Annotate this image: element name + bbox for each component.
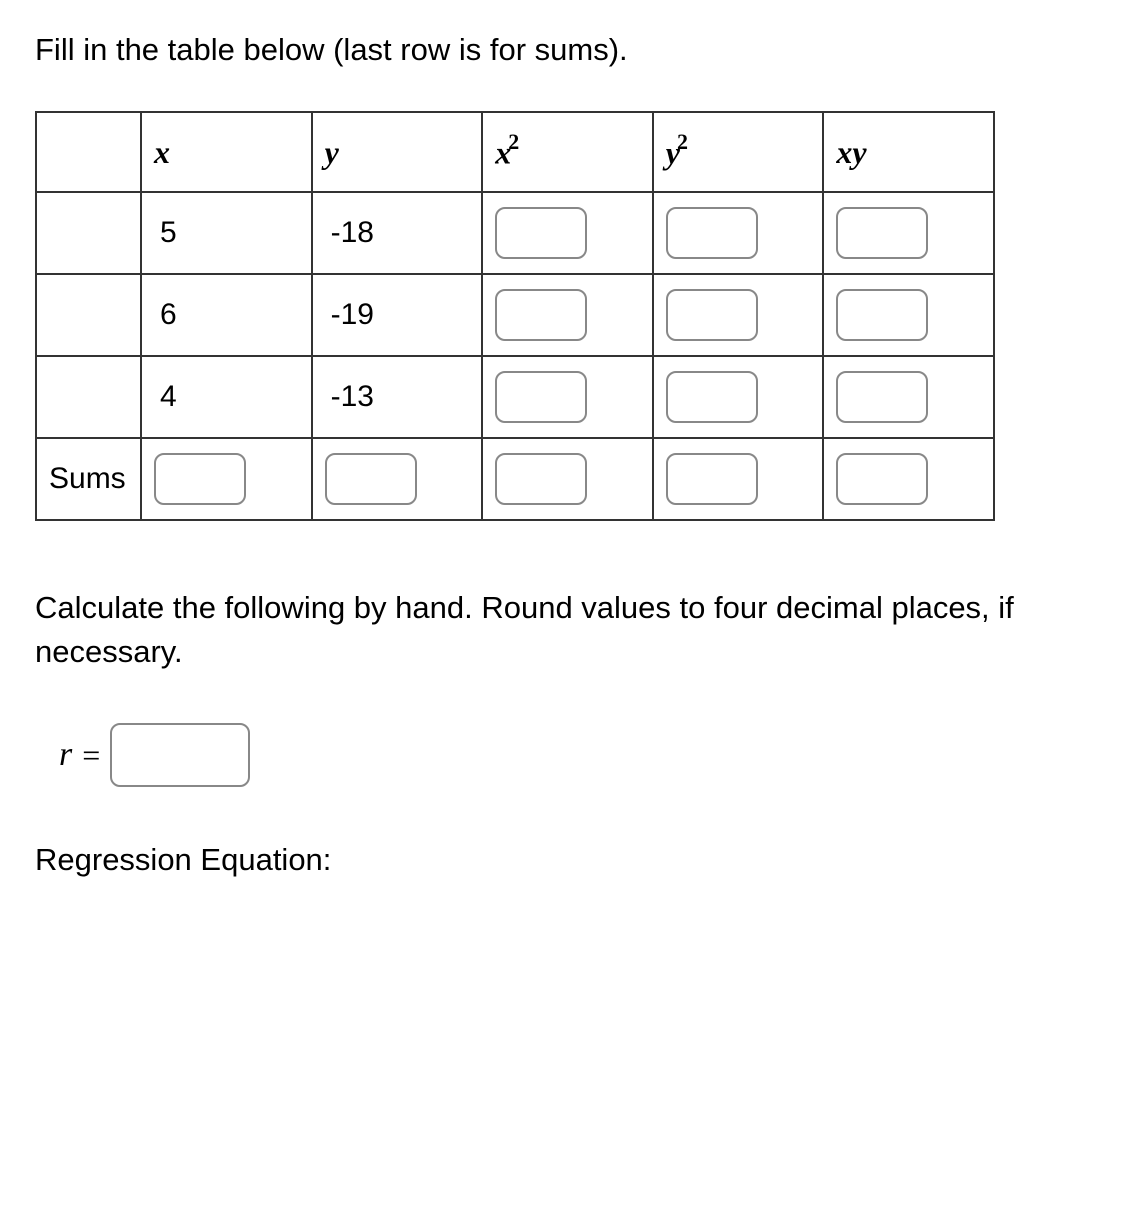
row3-y2-input[interactable] bbox=[666, 371, 758, 423]
sums-y-input[interactable] bbox=[325, 453, 417, 505]
header-x: x bbox=[141, 112, 312, 192]
table-row: 5 -18 bbox=[36, 192, 994, 274]
header-y: y bbox=[312, 112, 483, 192]
row1-xy-input[interactable] bbox=[836, 207, 928, 259]
table-row: 6 -19 bbox=[36, 274, 994, 356]
sums-y2 bbox=[653, 438, 824, 520]
sums-x2-input[interactable] bbox=[495, 453, 587, 505]
row2-x2-input[interactable] bbox=[495, 289, 587, 341]
row3-x: 4 bbox=[141, 356, 312, 438]
sums-x bbox=[141, 438, 312, 520]
row3-xy bbox=[823, 356, 994, 438]
row2-xy bbox=[823, 274, 994, 356]
table-row: 4 -13 bbox=[36, 356, 994, 438]
header-x2: x2 bbox=[482, 112, 653, 192]
row1-label bbox=[36, 192, 141, 274]
row3-x2 bbox=[482, 356, 653, 438]
instruction-2: Calculate the following by hand. Round v… bbox=[35, 586, 1112, 673]
row3-xy-input[interactable] bbox=[836, 371, 928, 423]
row2-label bbox=[36, 274, 141, 356]
sums-y2-input[interactable] bbox=[666, 453, 758, 505]
row1-x2-input[interactable] bbox=[495, 207, 587, 259]
sums-xy bbox=[823, 438, 994, 520]
row1-y2-input[interactable] bbox=[666, 207, 758, 259]
row1-x2 bbox=[482, 192, 653, 274]
row2-xy-input[interactable] bbox=[836, 289, 928, 341]
r-equation-row: r = bbox=[59, 723, 1112, 787]
row3-label bbox=[36, 356, 141, 438]
sums-xy-input[interactable] bbox=[836, 453, 928, 505]
row2-x2 bbox=[482, 274, 653, 356]
sums-label: Sums bbox=[36, 438, 141, 520]
r-value-input[interactable] bbox=[110, 723, 250, 787]
sums-x2 bbox=[482, 438, 653, 520]
row2-y: -19 bbox=[312, 274, 483, 356]
row2-x: 6 bbox=[141, 274, 312, 356]
row3-x2-input[interactable] bbox=[495, 371, 587, 423]
header-blank bbox=[36, 112, 141, 192]
row1-y2 bbox=[653, 192, 824, 274]
table-sums-row: Sums bbox=[36, 438, 994, 520]
header-y2: y2 bbox=[653, 112, 824, 192]
row2-y2-input[interactable] bbox=[666, 289, 758, 341]
regression-equation-label: Regression Equation: bbox=[35, 842, 1112, 878]
r-equals: = bbox=[82, 737, 100, 774]
row3-y: -13 bbox=[312, 356, 483, 438]
row1-y: -18 bbox=[312, 192, 483, 274]
sums-x-input[interactable] bbox=[154, 453, 246, 505]
row3-y2 bbox=[653, 356, 824, 438]
sums-y bbox=[312, 438, 483, 520]
table-header-row: x y x2 y2 xy bbox=[36, 112, 994, 192]
data-table: x y x2 y2 xy 5 -18 6 -19 4 -13 Sums bbox=[35, 111, 995, 521]
row2-y2 bbox=[653, 274, 824, 356]
header-xy: xy bbox=[823, 112, 994, 192]
row1-x: 5 bbox=[141, 192, 312, 274]
row1-xy bbox=[823, 192, 994, 274]
instruction-1: Fill in the table below (last row is for… bbox=[35, 28, 1112, 71]
r-variable: r bbox=[59, 736, 72, 774]
